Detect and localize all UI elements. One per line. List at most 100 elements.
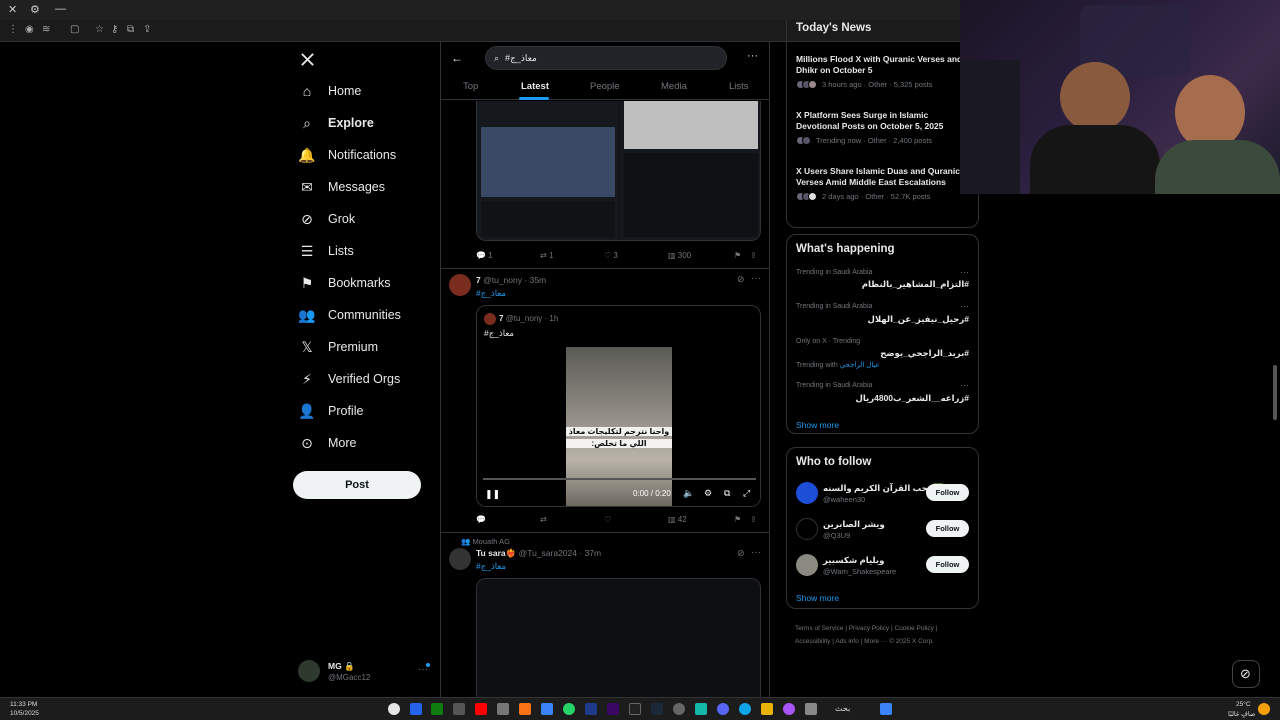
app-icon[interactable] — [541, 703, 553, 715]
volume-icon[interactable]: 🔈 — [683, 488, 694, 499]
sidebar-item-bookmarks[interactable]: ⚑ Bookmarks — [298, 268, 391, 298]
media-screenshot-right[interactable] — [620, 101, 760, 240]
post-button[interactable]: Post — [293, 471, 421, 499]
app-icon[interactable] — [695, 703, 707, 715]
footer-link[interactable]: Privacy Policy — [849, 625, 889, 632]
sidebar-item-more[interactable]: ⊙ More — [298, 428, 356, 458]
avatar[interactable] — [796, 482, 818, 504]
app-icon[interactable] — [519, 703, 531, 715]
reply-button[interactable]: 💬 — [476, 515, 486, 524]
browser-menu-icon[interactable]: ⚙ — [30, 3, 40, 16]
tweet-time[interactable]: 35m — [530, 275, 547, 285]
share-icon[interactable]: ⇪ — [750, 515, 757, 524]
show-more-link[interactable]: Show more — [796, 593, 839, 603]
footer-link[interactable]: Ads info — [835, 638, 859, 645]
footer-link[interactable]: Accessibility — [795, 638, 830, 645]
media-screenshot-left[interactable] — [477, 101, 619, 240]
tab-latest[interactable]: Latest — [521, 81, 549, 92]
views-button[interactable]: ▥ 42 — [668, 515, 687, 524]
views-button[interactable]: ▥ 300 — [668, 251, 691, 260]
follow-button[interactable]: Follow — [926, 556, 969, 573]
hashtag-link[interactable]: #معاذ_ج — [476, 288, 506, 299]
tab-icon[interactable]: ▢ — [70, 24, 79, 35]
tweet-media[interactable] — [476, 578, 761, 697]
folder-icon[interactable] — [761, 703, 773, 715]
follow-button[interactable]: Follow — [926, 484, 969, 501]
reply-button[interactable]: 💬 1 — [476, 251, 493, 260]
app-icon[interactable] — [673, 703, 685, 715]
sidebar-item-profile[interactable]: 👤 Profile — [298, 396, 363, 426]
drag-handle-icon[interactable]: ⋮ — [8, 24, 18, 35]
video-progress-bar[interactable] — [483, 478, 756, 480]
edge-icon[interactable] — [739, 703, 751, 715]
video-player[interactable]: واحنا نترجم لتكليجات معاذ اللي ما تخلص: … — [477, 347, 760, 506]
trend-topic[interactable]: #بريد_الراجحي_يوضح — [880, 348, 969, 359]
share-icon[interactable]: ⇪ — [143, 24, 151, 35]
more-icon[interactable]: ··· — [960, 380, 969, 390]
pip-icon[interactable]: ⧉ — [724, 488, 730, 499]
avatar[interactable] — [796, 554, 818, 576]
bookmark-icon[interactable]: ⚑ — [734, 251, 741, 260]
app-icon[interactable] — [805, 703, 817, 715]
more-icon[interactable]: ··· — [751, 273, 761, 284]
avatar[interactable] — [796, 518, 818, 540]
pause-icon[interactable]: ❚❚ — [485, 489, 500, 500]
sidebar-item-verified-orgs[interactable]: ⚡ Verified Orgs — [298, 364, 400, 394]
app-icon[interactable] — [783, 703, 795, 715]
more-icon[interactable]: ··· — [960, 301, 969, 311]
footer-link[interactable]: Terms of Service — [795, 625, 843, 632]
xbox-icon[interactable] — [431, 703, 443, 715]
capcut-icon[interactable] — [629, 703, 641, 715]
trend-topic[interactable]: #التزام_المشاهير_بالنظام — [862, 279, 969, 290]
retweet-button[interactable]: ⇄ 1 — [540, 251, 553, 260]
author-name[interactable]: Tu sara❤️‍🔥 — [476, 548, 516, 558]
grok-icon[interactable]: ⊘ — [737, 548, 745, 559]
app-icon[interactable] — [410, 703, 422, 715]
back-arrow-icon[interactable]: ← — [451, 51, 463, 65]
suggested-user-name[interactable]: ويشر الصابرين — [823, 519, 885, 530]
tweet-time[interactable]: 37m — [585, 548, 602, 558]
youtube-icon[interactable] — [475, 703, 487, 715]
premiere-icon[interactable] — [607, 703, 619, 715]
whatsapp-icon[interactable] — [563, 703, 575, 715]
grok-icon[interactable]: ⊘ — [737, 274, 745, 285]
media-screenshot-left[interactable] — [477, 579, 619, 697]
record-icon[interactable] — [388, 703, 400, 715]
author-handle[interactable]: @Tu_sara2024 — [519, 548, 577, 558]
news-item-title[interactable]: X Platform Sees Surge in Islamic Devotio… — [796, 110, 971, 132]
author-name[interactable]: 7 — [476, 275, 481, 285]
hashtag-link[interactable]: #معاذ_ج — [476, 561, 506, 572]
more-icon[interactable]: ··· — [747, 50, 758, 62]
clock-date[interactable]: 10/5/2025 — [10, 710, 39, 717]
sidebar-item-lists[interactable]: ☰ Lists — [298, 236, 354, 266]
weather-temp[interactable]: 25°C — [1236, 701, 1251, 708]
search-input[interactable]: ⌕ #معاذ_ج — [485, 46, 727, 70]
like-button[interactable]: ♡ 3 — [604, 251, 618, 260]
photoshop-icon[interactable] — [585, 703, 597, 715]
footer-link[interactable]: Cookie Policy — [895, 625, 934, 632]
minimize-icon[interactable]: — — [55, 3, 66, 15]
reader-icon[interactable]: ≋ — [42, 24, 50, 35]
social-context-text[interactable]: Mouath AG — [472, 537, 510, 546]
tweet-media[interactable] — [476, 101, 761, 241]
bookmark-icon[interactable]: ⚑ — [734, 515, 741, 524]
follow-button[interactable]: Follow — [926, 520, 969, 537]
sidebar-item-communities[interactable]: 👥 Communities — [298, 300, 401, 330]
quote-tweet[interactable]: 7 @tu_nony · 1h #معاذ_ج واحنا نترجم لتكل… — [476, 305, 761, 507]
media-screenshot-right[interactable] — [620, 579, 760, 697]
footer-link[interactable]: More ··· — [864, 638, 887, 645]
sidebar-item-notifications[interactable]: 🔔 Notifications — [298, 140, 396, 170]
steam-icon[interactable] — [651, 703, 663, 715]
news-item-title[interactable]: X Users Share Islamic Duas and Quranic V… — [796, 166, 971, 188]
weather-icon[interactable] — [1258, 703, 1270, 715]
sidebar-item-explore[interactable]: ⌕ Explore — [298, 108, 374, 138]
account-switcher[interactable]: MG 🔒 @MGacc12 ··· — [298, 658, 438, 688]
like-button[interactable]: ♡ — [604, 515, 611, 524]
extension-icon[interactable]: ◉ — [25, 24, 34, 35]
retweet-button[interactable]: ⇄ — [540, 515, 547, 524]
taskbar-search[interactable]: بحث — [835, 704, 850, 713]
more-icon[interactable]: ··· — [751, 547, 761, 558]
fullscreen-icon[interactable]: ⤢ — [743, 488, 750, 499]
app-icon[interactable] — [453, 703, 465, 715]
settings-icon[interactable]: ⚙ — [704, 488, 712, 499]
